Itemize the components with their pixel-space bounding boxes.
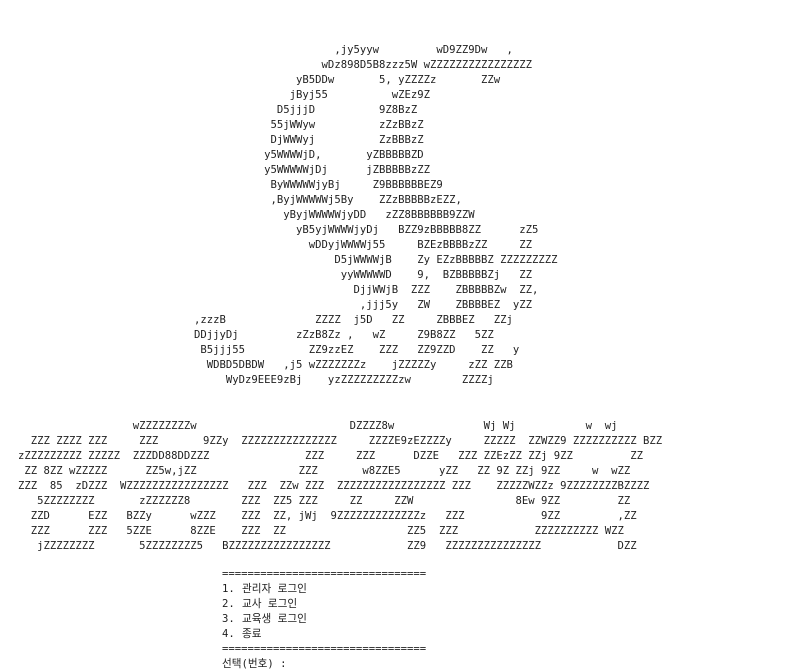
ascii-art-banner: wZZZZZZZZw DZZZZ8w Wj Wj w wj ZZZ ZZZZ Z… <box>18 420 663 552</box>
menu-item-label: 종료 <box>242 628 262 640</box>
ascii-art-sun: ,jy5yyw wD9ZZ9Dw , wDz898D5B8zzz5W wZZZZ… <box>194 44 558 386</box>
menu-item-label: 교육생 로그인 <box>242 613 307 625</box>
selection-input[interactable] <box>286 657 413 672</box>
menu-item-student-login: 3. 교육생 로그인 <box>222 612 426 627</box>
menu-item-number: 2. <box>222 598 235 610</box>
selection-prompt: 선택(번호) : <box>222 657 426 672</box>
menu-item-number: 4. <box>222 628 235 640</box>
menu-item-label: 교사 로그인 <box>242 598 298 610</box>
menu-item-label: 관리자 로그인 <box>242 583 307 595</box>
menu-separator-bottom: ================================ <box>222 643 427 655</box>
menu-item-admin-login: 1. 관리자 로그인 <box>222 582 426 597</box>
prompt-label: 선택(번호) : <box>222 658 287 670</box>
console-window: ,jy5yyw wD9ZZ9Dw , wDz898D5B8zzz5W wZZZZ… <box>0 0 797 672</box>
menu-item-number: 3. <box>222 613 235 625</box>
menu-separator-top: ================================ <box>222 568 427 580</box>
main-menu: ================================ 1. 관리자 … <box>222 567 426 672</box>
menu-item-number: 1. <box>222 583 235 595</box>
menu-item-teacher-login: 2. 교사 로그인 <box>222 597 426 612</box>
menu-item-exit: 4. 종료 <box>222 627 426 642</box>
